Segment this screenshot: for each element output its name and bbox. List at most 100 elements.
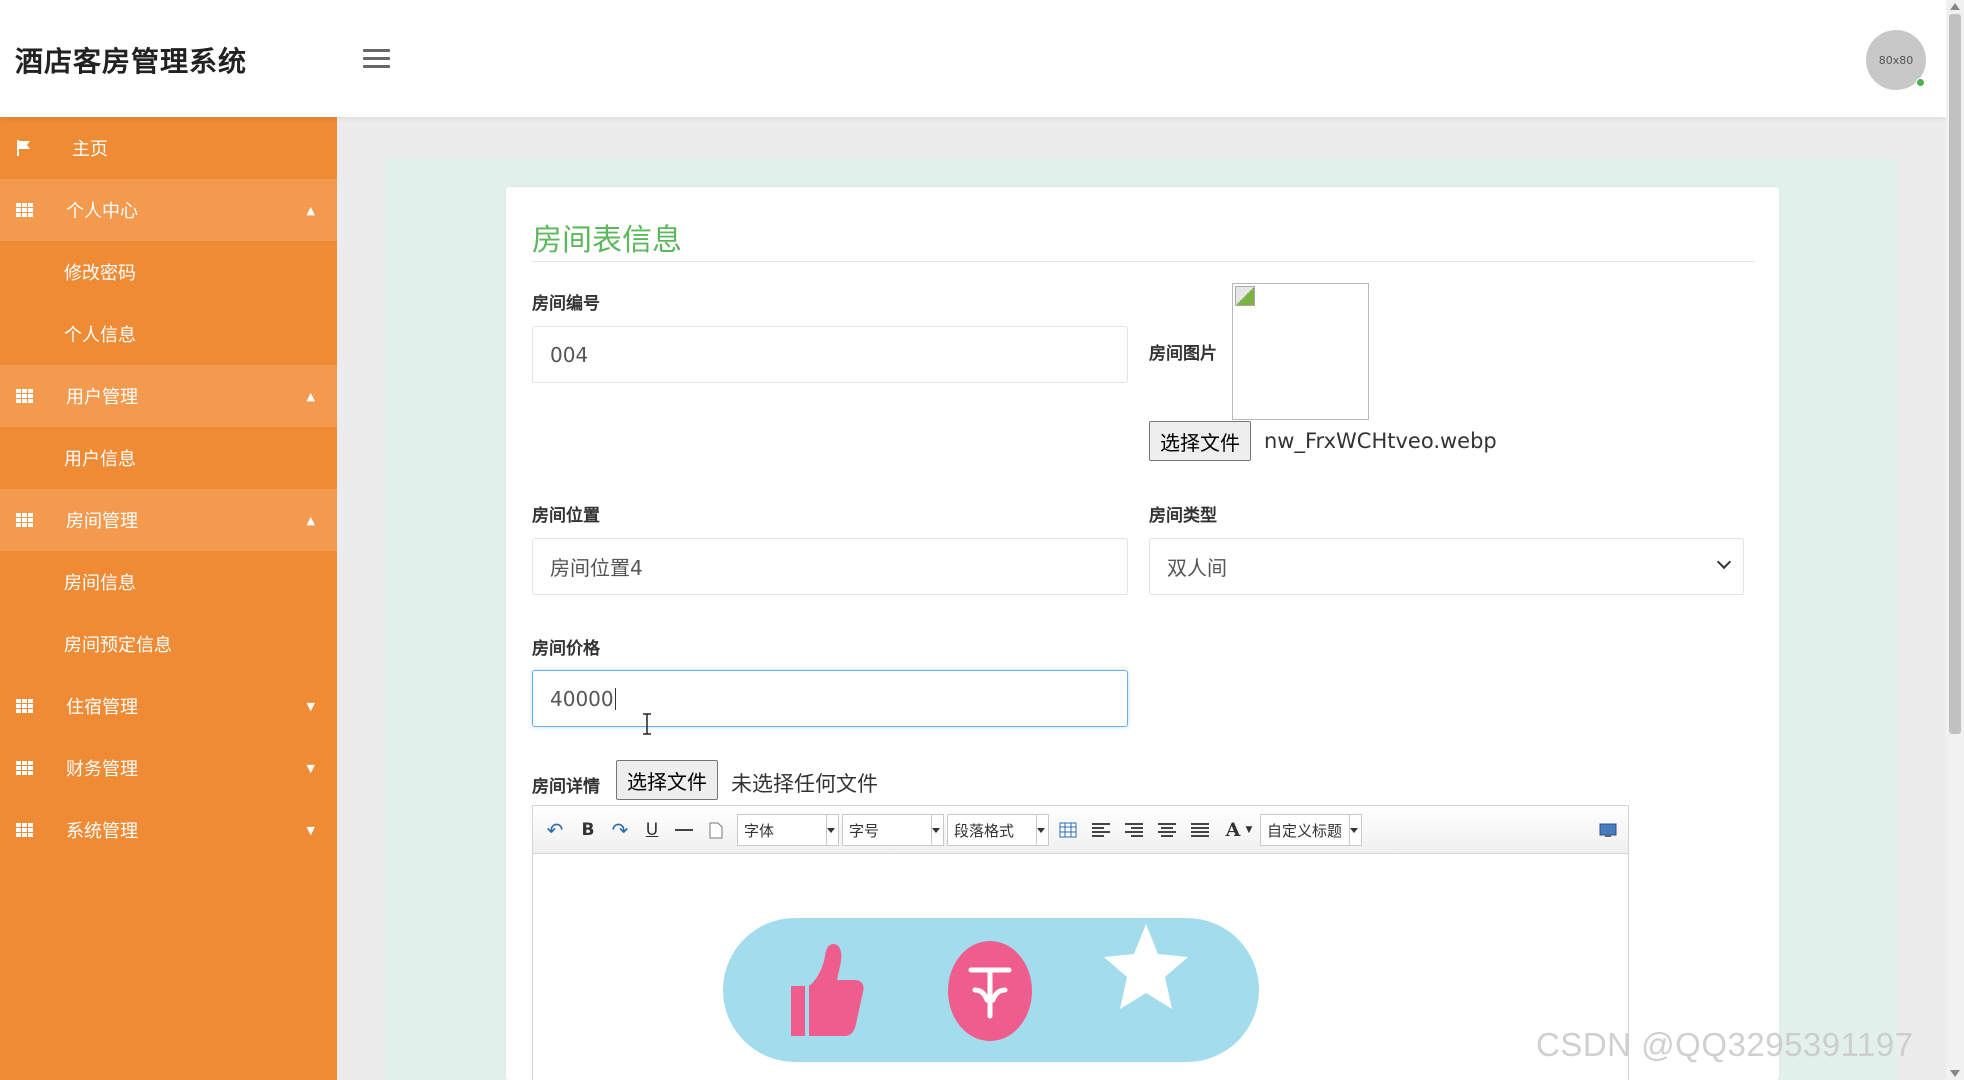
font-size-select[interactable]: 字号	[842, 814, 944, 846]
sidebar-item-label: 主页	[72, 139, 108, 160]
room-number-value: 004	[550, 342, 589, 367]
custom-title-select[interactable]: 自定义标题	[1260, 814, 1362, 846]
room-details-label: 房间详情	[532, 777, 600, 797]
room-location-input[interactable]: 房间位置4	[532, 538, 1128, 595]
avatar-placeholder-text: 80x80	[1878, 53, 1914, 67]
sidebar-group-system[interactable]: 系统管理 ▼	[0, 799, 337, 861]
room-price-value: 40000	[550, 686, 614, 711]
room-price-label: 房间价格	[532, 639, 600, 659]
scrollbar-thumb[interactable]	[1949, 14, 1961, 734]
custom-title-label: 自定义标题	[1267, 821, 1343, 840]
room-number-input[interactable]: 004	[532, 326, 1128, 383]
caret-up-icon: ▲	[306, 203, 315, 217]
caret-down-icon: ▼	[306, 823, 315, 837]
room-image-file-name: nw_FrxWCHtveo.webp	[1264, 429, 1497, 453]
coin-icon	[948, 941, 1032, 1041]
caret-up-icon: ▲	[306, 513, 315, 527]
redo-icon[interactable]: ↷	[608, 816, 632, 844]
sidebar-group-lodging[interactable]: 住宿管理 ▼	[0, 675, 337, 737]
sidebar-group-label: 系统管理	[66, 821, 138, 842]
caret-up-icon: ▲	[306, 389, 315, 403]
sidebar-item-personal-info[interactable]: 个人信息	[0, 303, 337, 365]
sidebar-group-finance[interactable]: 财务管理 ▼	[0, 737, 337, 799]
sidebar-group-label: 个人中心	[66, 201, 138, 222]
font-size-label: 字号	[849, 821, 880, 840]
sidebar-item-room-info[interactable]: 房间信息	[0, 551, 337, 613]
room-image-preview	[1232, 283, 1369, 420]
grid-icon	[15, 822, 33, 838]
watermark: CSDN @QQ3295391197	[1536, 1026, 1914, 1063]
undo-icon[interactable]: ↶	[543, 816, 567, 844]
editor-toolbar: ↶ B ↷ U 字体 字号 段落格式 A ▼ 自定义标题	[533, 806, 1628, 854]
dropdown-arrow-icon	[932, 828, 940, 833]
room-type-label: 房间类型	[1149, 506, 1217, 526]
rich-text-editor[interactable]: ↶ B ↷ U 字体 字号 段落格式 A ▼ 自定义标题	[532, 805, 1629, 1080]
sidebar-group-personal[interactable]: 个人中心 ▲	[0, 179, 337, 241]
align-justify-icon[interactable]	[1188, 816, 1212, 844]
align-left-icon[interactable]	[1089, 816, 1113, 844]
room-details-choose-file-button[interactable]: 选择文件	[616, 760, 718, 800]
dropdown-arrow-icon	[1350, 828, 1358, 833]
underline-button[interactable]: U	[641, 816, 663, 844]
horizontal-rule-icon[interactable]	[672, 816, 696, 844]
font-family-label: 字体	[744, 821, 775, 840]
sidebar-item-change-password[interactable]: 修改密码	[0, 241, 337, 303]
app-title: 酒店客房管理系统	[15, 45, 248, 78]
caret-down-icon: ▼	[306, 699, 315, 713]
title-divider	[532, 261, 1755, 262]
room-location-label: 房间位置	[532, 506, 600, 526]
sidebar-group-label: 用户管理	[66, 387, 138, 408]
room-form-card: 房间表信息 房间编号 004 房间图片 选择文件 nw_FrxWCHtveo.w…	[506, 187, 1779, 1080]
sidebar-group-label: 住宿管理	[66, 697, 138, 718]
room-details-file-status: 未选择任何文件	[731, 772, 878, 796]
menu-toggle-icon[interactable]	[363, 49, 390, 68]
font-color-button[interactable]: A	[1223, 816, 1243, 844]
grid-icon	[15, 698, 33, 714]
align-right-icon[interactable]	[1122, 816, 1146, 844]
sidebar-item-home[interactable]: 主页	[0, 117, 337, 179]
avatar[interactable]: 80x80	[1866, 30, 1926, 90]
sidebar: 主页 个人中心 ▲ 修改密码 个人信息 用户管理 ▲ 用户信息 房间管理 ▲ 房…	[0, 117, 337, 1080]
sidebar-item-room-booking[interactable]: 房间预定信息	[0, 613, 337, 675]
page-title: 房间表信息	[532, 223, 682, 258]
grid-icon	[15, 202, 33, 218]
grid-icon	[15, 512, 33, 528]
thumbs-up-icon	[791, 944, 864, 1036]
scroll-down-icon[interactable]	[1950, 1070, 1960, 1077]
bold-button[interactable]: B	[577, 816, 599, 844]
room-number-label: 房间编号	[532, 294, 600, 314]
sidebar-group-users[interactable]: 用户管理 ▲	[0, 365, 337, 427]
room-type-select[interactable]: 双人间	[1149, 538, 1744, 595]
room-image-label: 房间图片	[1149, 344, 1217, 364]
paragraph-format-label: 段落格式	[954, 821, 1015, 840]
scroll-up-icon[interactable]	[1950, 3, 1960, 10]
flag-icon	[15, 140, 33, 156]
ibeam-cursor-icon	[643, 713, 651, 735]
online-status-dot	[1916, 78, 1925, 87]
chevron-down-icon	[1716, 554, 1732, 570]
top-header: 酒店客房管理系统 80x80	[0, 0, 1946, 117]
sidebar-item-user-info[interactable]: 用户信息	[0, 427, 337, 489]
font-family-select[interactable]: 字体	[737, 814, 839, 846]
grid-icon	[15, 388, 33, 404]
caret-down-icon: ▼	[306, 761, 315, 775]
dropdown-arrow-icon	[827, 828, 835, 833]
room-price-input[interactable]: 40000	[532, 670, 1128, 727]
table-icon[interactable]	[1056, 816, 1080, 844]
sidebar-group-rooms[interactable]: 房间管理 ▲	[0, 489, 337, 551]
page-scrollbar[interactable]	[1946, 0, 1964, 1080]
align-center-icon[interactable]	[1155, 816, 1179, 844]
reaction-image	[723, 918, 1259, 1062]
fullscreen-icon[interactable]	[1596, 816, 1620, 844]
paragraph-format-select[interactable]: 段落格式	[947, 814, 1049, 846]
sidebar-group-label: 财务管理	[66, 759, 138, 780]
dropdown-arrow-icon	[1037, 828, 1045, 833]
page-icon[interactable]	[705, 816, 727, 844]
sidebar-group-label: 房间管理	[66, 511, 138, 532]
broken-image-icon	[1235, 286, 1255, 306]
star-icon	[1104, 924, 1188, 1009]
font-color-dropdown-icon[interactable]: ▼	[1244, 816, 1254, 844]
room-image-choose-file-button[interactable]: 选择文件	[1149, 421, 1251, 461]
text-cursor	[614, 687, 616, 710]
grid-icon	[15, 760, 33, 776]
